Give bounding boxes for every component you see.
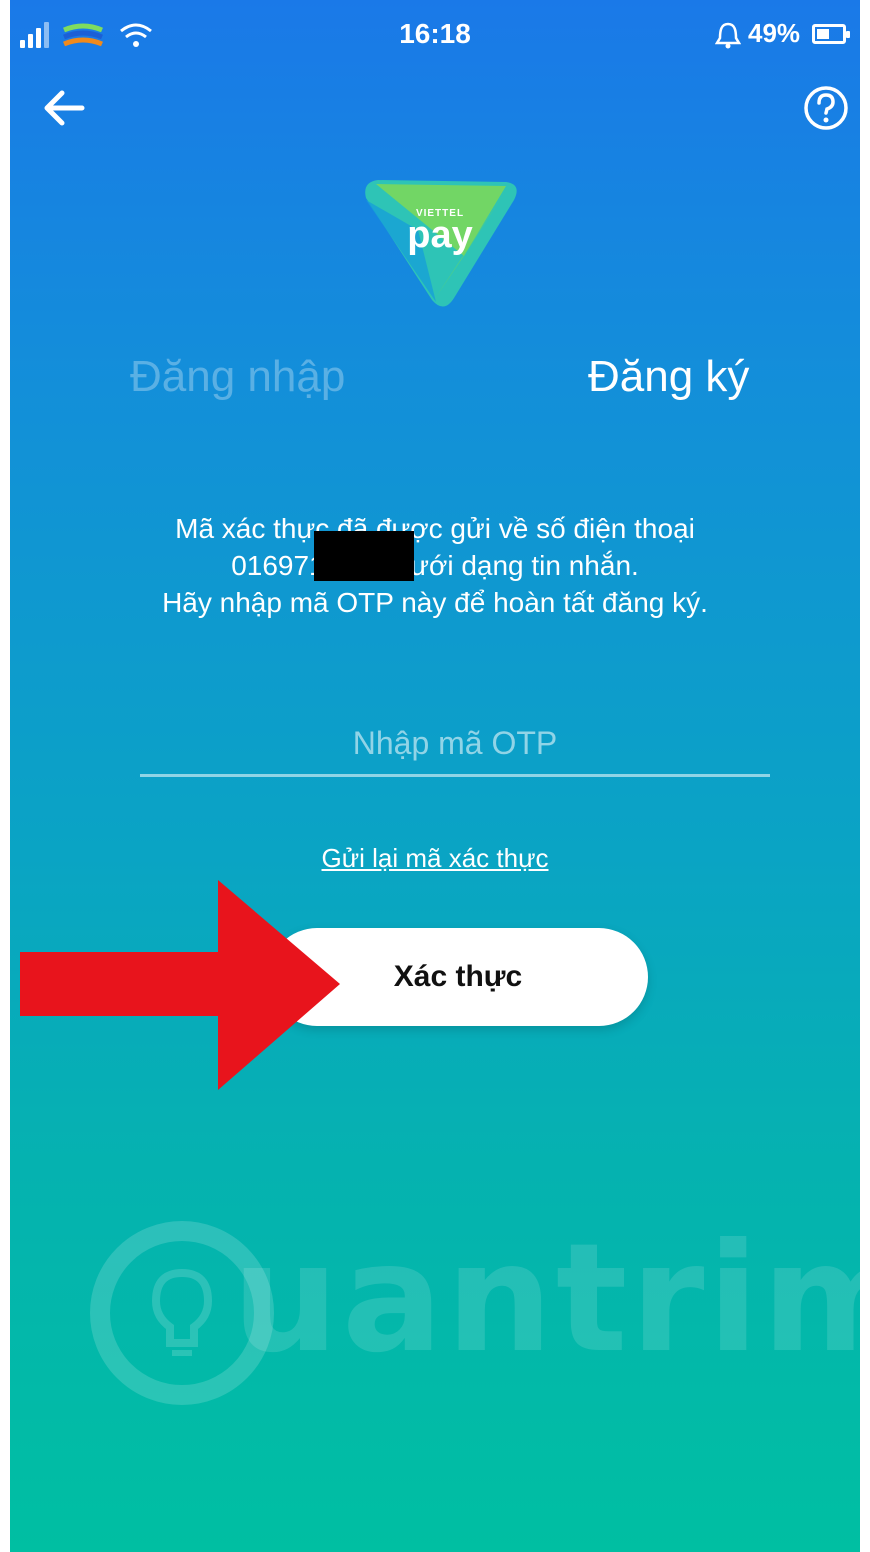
alarm-icon <box>715 22 741 49</box>
battery-icon <box>812 24 850 44</box>
watermark-text: uantrimang <box>232 1212 860 1386</box>
redaction-box <box>314 531 414 581</box>
tab-register[interactable]: Đăng ký <box>588 352 749 402</box>
back-button[interactable] <box>36 80 92 136</box>
red-arrow-icon <box>20 880 340 1090</box>
status-bar: 16:18 49% <box>10 0 860 70</box>
logo-pay-text: pay <box>407 214 473 256</box>
question-circle-icon <box>804 86 848 130</box>
message-line-3: Hãy nhập mã OTP này để hoàn tất đăng ký. <box>162 587 708 618</box>
tab-login[interactable]: Đăng nhập <box>130 352 345 402</box>
otp-input[interactable] <box>140 712 770 777</box>
phone-screen: 16:18 49% VIETTEL pay Đăng nhập Đăng ký … <box>10 0 860 1552</box>
arrow-left-icon <box>44 90 85 126</box>
battery-level <box>817 29 829 39</box>
message-line-2: 016971 dưới dạng tin nhắn. <box>231 550 639 581</box>
battery-percent: 49% <box>748 18 801 48</box>
viettel-pay-logo: VIETTEL pay <box>356 160 524 310</box>
message-line-1: Mã xác thực đã được gửi về số điện thoại <box>175 513 695 544</box>
help-button[interactable] <box>798 80 854 136</box>
resend-code-link[interactable]: Gửi lại mã xác thực <box>10 843 860 874</box>
otp-message: Mã xác thực đã được gửi về số điện thoại… <box>10 510 860 621</box>
